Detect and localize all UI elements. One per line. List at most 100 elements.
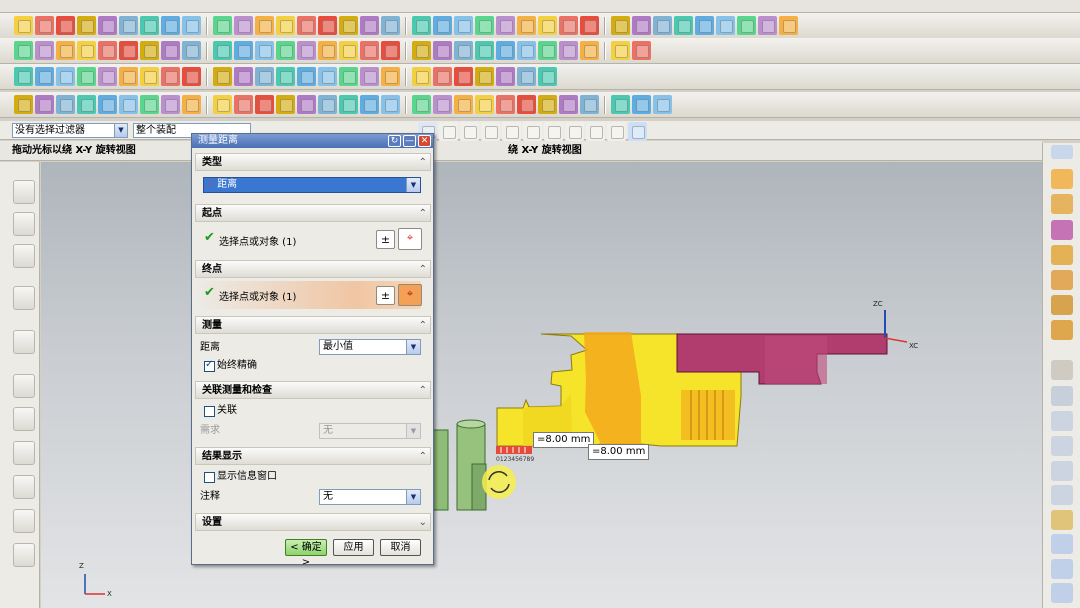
grid-icon[interactable] [276, 41, 295, 60]
explode-icon[interactable] [98, 41, 117, 60]
angle-icon[interactable] [255, 67, 274, 86]
dimension-label-2[interactable]: =8.00 mm [588, 444, 650, 460]
fill-icon[interactable] [234, 95, 253, 114]
roles-icon[interactable] [13, 509, 35, 533]
chevron-up-icon[interactable]: ⌃ [419, 154, 427, 171]
groove-icon[interactable] [412, 16, 431, 35]
cube-side-icon[interactable] [1051, 270, 1073, 290]
snap-node-icon[interactable] [586, 122, 605, 141]
table-icon[interactable] [234, 67, 253, 86]
magenta-icon[interactable] [318, 95, 337, 114]
snap-line-icon[interactable] [439, 122, 458, 141]
cube-magenta-icon[interactable] [1051, 220, 1073, 240]
align-icon[interactable] [433, 67, 452, 86]
intersect-icon[interactable] [632, 16, 651, 35]
link-icon[interactable] [213, 41, 232, 60]
pin3-icon[interactable] [632, 95, 651, 114]
bolt-icon[interactable] [412, 95, 431, 114]
chamfer-icon[interactable] [276, 16, 295, 35]
lifter-icon[interactable] [538, 41, 557, 60]
pattern-icon[interactable] [119, 67, 138, 86]
type-section-header[interactable]: 类型 ⌃ [195, 153, 431, 171]
arc-icon[interactable] [56, 16, 75, 35]
point-inference-button-active[interactable]: ⌖ [398, 284, 422, 306]
subtract-icon[interactable] [611, 16, 630, 35]
sphere-icon[interactable] [454, 95, 473, 114]
chevron-down-icon[interactable]: ▼ [406, 490, 420, 504]
dimension-label-1[interactable]: =8.00 mm [533, 432, 595, 448]
curve-icon[interactable] [716, 16, 735, 35]
dialog-title-bar[interactable]: 测量距离 ↻ — ✕ [192, 134, 433, 148]
chevron-down-icon[interactable]: ▼ [406, 340, 420, 354]
body-icon[interactable] [14, 67, 33, 86]
apply-button[interactable]: 应用 [333, 539, 374, 556]
red-diamond-icon[interactable] [381, 95, 400, 114]
pattern-icon[interactable] [653, 16, 672, 35]
chevron-up-icon[interactable]: ⌃ [419, 261, 427, 278]
sequence-icon[interactable] [119, 41, 138, 60]
constraint-icon[interactable] [77, 41, 96, 60]
hidden-icon[interactable] [56, 95, 75, 114]
vertex-icon[interactable] [77, 67, 96, 86]
measure-section-header[interactable]: 测量 ⌃ [195, 316, 431, 334]
split-icon[interactable] [559, 16, 578, 35]
scale-icon[interactable] [412, 67, 431, 86]
chevron-up-icon[interactable]: ⌃ [419, 382, 427, 399]
face-icon[interactable] [140, 95, 159, 114]
result-section-header[interactable]: 结果显示 ⌃ [195, 447, 431, 465]
surface-icon[interactable] [213, 95, 232, 114]
component-icon[interactable] [14, 41, 33, 60]
calculator-icon[interactable] [255, 41, 274, 60]
point-icon[interactable] [758, 16, 777, 35]
dark-icon[interactable] [161, 95, 180, 114]
line-icon[interactable] [35, 16, 54, 35]
thicken-icon[interactable] [517, 16, 536, 35]
arrow-icon[interactable] [433, 41, 452, 60]
chevron-up-icon[interactable]: ⌃ [419, 205, 427, 222]
wave-icon[interactable] [161, 41, 180, 60]
cylinder-icon[interactable] [77, 16, 96, 35]
bracket-icon[interactable] [1051, 411, 1073, 431]
cooling-icon[interactable] [580, 41, 599, 60]
pocket-icon[interactable] [339, 16, 358, 35]
line-icon[interactable] [98, 95, 117, 114]
spring-icon[interactable] [1051, 583, 1073, 603]
paste-icon[interactable] [360, 67, 379, 86]
refresh-icon[interactable] [496, 67, 515, 86]
delete-icon[interactable] [297, 67, 316, 86]
rib-icon[interactable] [433, 16, 452, 35]
pin4-icon[interactable] [653, 95, 672, 114]
torus-icon[interactable] [161, 16, 180, 35]
table-icon[interactable] [611, 95, 630, 114]
ejector-icon[interactable] [559, 41, 578, 60]
dim-icon[interactable] [213, 67, 232, 86]
snap-curve-icon[interactable] [460, 122, 479, 141]
shell-icon[interactable] [454, 16, 473, 35]
shade-icon[interactable] [14, 95, 33, 114]
sprue-icon[interactable] [1051, 386, 1073, 406]
yellow-icon[interactable] [339, 95, 358, 114]
close-icon[interactable]: ✕ [418, 135, 431, 147]
chevron-up-icon[interactable]: ⌃ [419, 317, 427, 334]
always-accurate-checkbox[interactable] [204, 359, 215, 372]
snap-intersect-icon[interactable] [544, 122, 563, 141]
bend-icon[interactable] [1051, 461, 1073, 481]
rotate-icon[interactable] [381, 67, 400, 86]
annotation-dropdown[interactable]: 无 ▼ [319, 489, 421, 505]
sheet-icon[interactable] [454, 41, 473, 60]
move-icon[interactable] [695, 16, 714, 35]
layer-icon[interactable] [339, 41, 358, 60]
type-dropdown[interactable]: ⟋ 距离 ▼ [203, 177, 421, 193]
symbol-icon[interactable] [276, 67, 295, 86]
red-icon[interactable] [297, 95, 316, 114]
chevron-down-icon[interactable]: ▼ [406, 178, 420, 192]
sphere-icon[interactable] [119, 16, 138, 35]
clearance-icon[interactable] [140, 41, 159, 60]
manufacturing-wizard-icon[interactable] [13, 475, 35, 499]
show-info-window-checkbox[interactable] [204, 472, 215, 483]
cube-orange-icon[interactable] [1051, 169, 1073, 189]
cone-icon[interactable] [140, 16, 159, 35]
associative-checkbox[interactable] [204, 406, 215, 417]
minimize-icon[interactable]: — [403, 135, 416, 147]
ok-button[interactable]: < 确定 > [285, 539, 327, 568]
